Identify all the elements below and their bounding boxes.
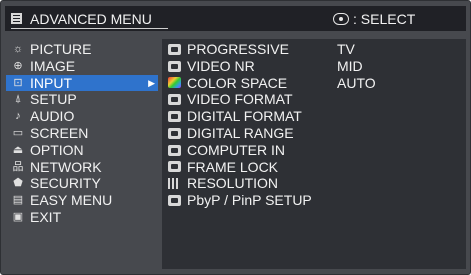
submenu-item-pbyp-pinp-setup[interactable]: PbyP / PinP SETUP: [168, 192, 458, 209]
menu-item-image[interactable]: ⊕ IMAGE: [9, 58, 159, 75]
submenu-item-digital-range[interactable]: DIGITAL RANGE: [168, 125, 458, 142]
menu-item-label: SECURITY: [30, 175, 101, 192]
joystick-icon: [333, 12, 349, 25]
pbyp-pinp-icon: [168, 195, 181, 207]
submenu-item-resolution[interactable]: RESOLUTION: [168, 175, 458, 192]
digital-format-icon: [168, 111, 181, 123]
menu-item-easy-menu[interactable]: ▤ EASY MENU: [9, 192, 159, 209]
menu-item-label: SCREEN: [30, 124, 89, 141]
menu-header: ADVANCED MENU : SELECT: [5, 6, 466, 31]
submenu-item-value: AUTO: [337, 74, 376, 91]
title-underline: [11, 28, 168, 29]
submenu-item-label: DIGITAL RANGE: [187, 124, 294, 141]
submenu-item-video-nr[interactable]: VIDEO NR MID: [168, 58, 458, 75]
menu-item-label: IMAGE: [30, 57, 76, 74]
menu-item-option[interactable]: ⏏ OPTION: [9, 142, 159, 159]
network-icon: 品: [12, 160, 24, 173]
menu-item-exit[interactable]: ▣ EXIT: [9, 209, 159, 226]
advanced-menu-osd: ADVANCED MENU : SELECT ☼ PICTURE ⊕ IMAGE ⊡ IN…: [0, 0, 471, 275]
resolution-icon: [168, 178, 181, 190]
submenu-arrow-icon: ▶: [148, 77, 155, 88]
option-icon: ⏏: [12, 143, 24, 156]
submenu-item-label: VIDEO FORMAT: [187, 91, 293, 108]
setup-icon: ⍋: [14, 93, 22, 106]
video-nr-icon: [168, 60, 181, 72]
menu-item-label: PICTURE: [30, 41, 92, 57]
select-hint: : SELECT: [333, 6, 415, 31]
menu-item-picture[interactable]: ☼ PICTURE: [9, 41, 159, 58]
submenu-item-value: TV: [337, 41, 355, 57]
exit-icon: ▣: [12, 210, 24, 223]
submenu-item-value: MID: [337, 57, 363, 74]
menu-item-screen[interactable]: ▭ SCREEN: [9, 125, 159, 142]
submenu-item-label: VIDEO NR: [187, 57, 255, 74]
main-menu-list: ☼ PICTURE ⊕ IMAGE ⊡ INPUT ▶ ⍋ SETUP ♪ AUDIO ▭ SCREEN…: [6, 41, 159, 226]
frame-lock-icon: [168, 161, 181, 173]
menu-item-label: EASY MENU: [30, 192, 113, 209]
color-space-icon: [168, 77, 181, 89]
submenu-item-label: FRAME LOCK: [187, 158, 279, 175]
submenu-list: PROGRESSIVE TV VIDEO NR MID COLOR SPACE AUTO V…: [168, 41, 458, 209]
menu-item-audio[interactable]: ♪ AUDIO: [9, 108, 159, 125]
submenu-item-label: RESOLUTION: [187, 175, 279, 192]
submenu-item-digital-format[interactable]: DIGITAL FORMAT: [168, 108, 458, 125]
menu-item-label: SETUP: [30, 91, 77, 108]
easy-menu-icon: ▤: [12, 194, 24, 207]
submenu-item-progressive[interactable]: PROGRESSIVE TV: [168, 41, 458, 58]
submenu-item-computer-in[interactable]: COMPUTER IN: [168, 142, 458, 159]
menu-list-icon: [11, 13, 22, 24]
input-icon: ⊡: [13, 76, 23, 89]
select-hint-text: : SELECT: [353, 10, 416, 27]
submenu-item-label: PROGRESSIVE: [187, 41, 289, 57]
submenu-item-frame-lock[interactable]: FRAME LOCK: [168, 159, 458, 176]
sun-icon: ☼: [12, 43, 24, 55]
image-icon: ⊕: [13, 59, 23, 72]
menu-item-label: INPUT: [30, 74, 72, 91]
shield-icon: ⬟: [13, 177, 23, 190]
menu-item-label: EXIT: [30, 208, 62, 225]
submenu-item-label: COMPUTER IN: [187, 141, 285, 158]
screen-icon: ▭: [12, 126, 24, 139]
submenu-item-label: PbyP / PinP SETUP: [187, 192, 312, 209]
menu-item-input[interactable]: ⊡ INPUT ▶: [6, 74, 158, 92]
submenu-item-label: COLOR SPACE: [187, 74, 288, 91]
menu-item-label: AUDIO: [30, 108, 75, 125]
music-note-icon: ♪: [15, 110, 21, 123]
submenu-item-label: DIGITAL FORMAT: [187, 108, 302, 125]
menu-item-network[interactable]: 品 NETWORK: [9, 159, 159, 176]
video-format-icon: [168, 94, 181, 106]
menu-item-setup[interactable]: ⍋ SETUP: [9, 91, 159, 108]
menu-item-label: NETWORK: [30, 158, 102, 175]
submenu-item-color-space[interactable]: COLOR SPACE AUTO: [168, 75, 458, 92]
computer-in-icon: [168, 144, 181, 156]
menu-item-security[interactable]: ⬟ SECURITY: [9, 175, 159, 192]
submenu-panel: PROGRESSIVE TV VIDEO NR MID COLOR SPACE AUTO V…: [162, 39, 466, 269]
menu-item-label: OPTION: [30, 141, 84, 158]
digital-range-icon: [168, 127, 181, 139]
submenu-item-video-format[interactable]: VIDEO FORMAT: [168, 91, 458, 108]
progressive-icon: [168, 43, 181, 55]
